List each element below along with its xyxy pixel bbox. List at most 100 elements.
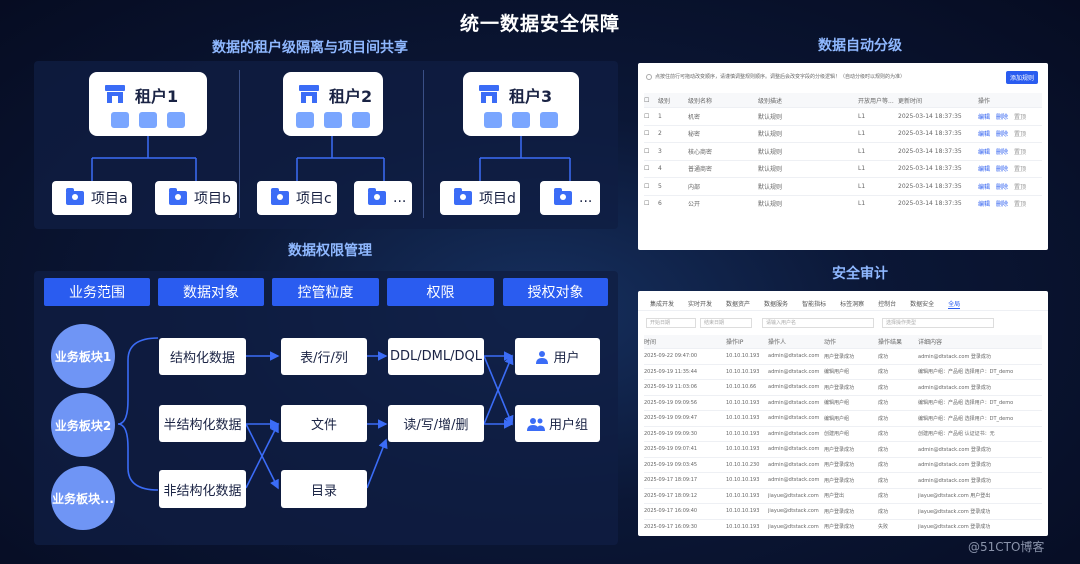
table-row[interactable]: 2025-09-17 16:09:40 10.10.10.193 jiayue@dt…: [644, 503, 1042, 519]
cell-action: 用户登出: [824, 493, 845, 500]
audit-tab[interactable]: 控制台: [878, 299, 896, 309]
action-link[interactable]: 置顶: [1014, 147, 1026, 156]
cell-name: 内部: [688, 183, 701, 191]
user-search-input[interactable]: 请输入用户名: [762, 318, 874, 328]
audit-section-title: 安全审计: [832, 266, 888, 282]
table-row[interactable]: 2025-09-17 16:09:30 10.10.10.193 jiayue@dt…: [644, 518, 1042, 535]
checkbox[interactable]: ☐: [644, 200, 658, 207]
audit-screenshot: 集成开发 实时开发 数据资产 数据服务 智能指标 标签洞察 控制台 数据安全 全局 开始日期 结…: [638, 291, 1048, 536]
action-link[interactable]: 删除: [996, 129, 1008, 138]
table-row[interactable]: 2025-09-19 09:09:47 10.10.10.193 admin@dts…: [644, 410, 1042, 426]
granularity-file: 文件: [281, 405, 367, 442]
cell-result: 成功: [878, 477, 889, 484]
cell-open: L1: [858, 200, 866, 208]
audit-tab[interactable]: 数据资产: [726, 299, 750, 309]
table-row[interactable]: ☐ 1 机密 默认规则 L1 2025-03-14 18:37:35 编辑 删除 置顶: [644, 107, 1042, 125]
cell-time: 2025-09-17 18:09:17: [644, 477, 698, 484]
table-row[interactable]: 2025-09-19 09:07:41 10.10.10.193 admin@dts…: [644, 441, 1042, 457]
granularity-directory: 目录: [281, 470, 367, 508]
cell-desc: 默认规则: [758, 201, 783, 209]
action-link[interactable]: 删除: [996, 199, 1008, 208]
audit-tab[interactable]: 标签洞察: [840, 299, 864, 309]
action-link[interactable]: 编辑: [978, 164, 990, 173]
action-link[interactable]: 置顶: [1014, 182, 1026, 191]
row-actions: 编辑 删除 置顶: [978, 129, 1042, 138]
table-row[interactable]: 2025-09-17 18:09:17 10.10.10.193 admin@dts…: [644, 472, 1042, 488]
cell-ip: 10.10.10.193: [726, 492, 760, 499]
scope-circle-1: 业务板块1: [51, 324, 115, 388]
action-link[interactable]: 删除: [996, 164, 1008, 173]
cell-detail: admin@dtstack.com 登录成功: [918, 353, 991, 360]
action-type-select[interactable]: 选择操作类型: [882, 318, 994, 328]
table-row[interactable]: 2025-09-19 11:03:06 10.10.10.66 admin@dtst…: [644, 379, 1042, 395]
action-link[interactable]: 编辑: [978, 147, 990, 156]
action-link[interactable]: 编辑: [978, 199, 990, 208]
row-actions: 编辑 删除 置顶: [978, 112, 1042, 121]
action-link[interactable]: 置顶: [1014, 112, 1026, 121]
cell-result: 成功: [878, 353, 889, 360]
table-row[interactable]: ☐ 6 公开 默认规则 L1 2025-03-14 18:37:35 编辑 删除 置顶: [644, 194, 1042, 213]
cell-detail: admin@dtstack.com 登录成功: [918, 384, 991, 391]
audit-tab[interactable]: 智能指标: [802, 299, 826, 309]
column-header: 更新时间: [898, 97, 923, 105]
cell-time: 2025-03-14 18:37:35: [898, 165, 962, 173]
audit-tab[interactable]: 实时开发: [688, 299, 712, 309]
cell-user: admin@dtstack.com: [768, 461, 820, 468]
action-link[interactable]: 编辑: [978, 182, 990, 191]
start-date-input[interactable]: 开始日期: [646, 318, 696, 328]
cell-user: admin@dtstack.com: [768, 415, 820, 422]
cell-ip: 10.10.10.193: [726, 523, 760, 530]
table-row[interactable]: ☐ 2 秘密 默认规则 L1 2025-03-14 18:37:35 编辑 删除 置顶: [644, 124, 1042, 143]
action-link[interactable]: 置顶: [1014, 129, 1026, 138]
table-row[interactable]: 2025-09-17 18:09:12 10.10.10.193 jiayue@dt…: [644, 487, 1042, 504]
table-row[interactable]: 2025-09-19 09:03:45 10.10.10.230 admin@dts…: [644, 456, 1042, 473]
cell-level: 1: [658, 112, 662, 120]
grantee-group: 用户组: [515, 405, 600, 442]
cell-result: 成功: [878, 508, 889, 515]
checkbox[interactable]: ☐: [644, 97, 658, 104]
cell-action: 用户登录成功: [824, 508, 855, 515]
action-link[interactable]: 编辑: [978, 129, 990, 138]
table-row[interactable]: ☐ 3 核心商密 默认规则 L1 2025-03-14 18:37:35 编辑 删除 置顶: [644, 142, 1042, 160]
table-row[interactable]: ☐ 5 内部 默认规则 L1 2025-03-14 18:37:35 编辑 删除 置顶: [644, 177, 1042, 195]
checkbox[interactable]: ☐: [644, 183, 658, 190]
cell-time: 2025-09-22 09:47:00: [644, 353, 698, 360]
action-link[interactable]: 置顶: [1014, 199, 1026, 208]
column-header: 操作IP: [726, 339, 744, 346]
table-header: ☐ 级别 级别名称 级别描述 开放用户等... 更新时间 操作: [644, 93, 1042, 107]
cell-name: 公开: [688, 201, 701, 209]
checkbox[interactable]: ☐: [644, 148, 658, 155]
end-date-input[interactable]: 结束日期: [700, 318, 752, 328]
checkbox[interactable]: ☐: [644, 165, 658, 172]
table-row[interactable]: 2025-09-19 09:09:30 10.10.10.193 admin@dts…: [644, 425, 1042, 442]
cell-action: 用户登录成功: [824, 462, 855, 469]
cell-result: 成功: [878, 384, 889, 391]
table-row[interactable]: ☐ 4 普通商密 默认规则 L1 2025-03-14 18:37:35 编辑 删除 置顶: [644, 159, 1042, 178]
add-rule-button[interactable]: 添加规则: [1006, 71, 1038, 84]
table-row[interactable]: 2025-09-19 11:35:44 10.10.10.193 admin@dts…: [644, 363, 1042, 380]
cell-desc: 默认规则: [758, 166, 783, 174]
cell-desc: 默认规则: [758, 183, 783, 191]
action-link[interactable]: 编辑: [978, 112, 990, 121]
checkbox[interactable]: ☐: [644, 130, 658, 137]
action-link[interactable]: 置顶: [1014, 164, 1026, 173]
table-row[interactable]: 2025-09-19 09:09:56 10.10.10.193 admin@dts…: [644, 394, 1042, 411]
audit-tab[interactable]: 集成开发: [650, 299, 674, 309]
cell-desc: 默认规则: [758, 148, 783, 156]
cell-detail: 创建用户组：产品组 认证证书：无: [918, 431, 995, 438]
row-actions: 编辑 删除 置顶: [978, 147, 1042, 156]
cell-time: 2025-03-14 18:37:35: [898, 200, 962, 208]
action-link[interactable]: 删除: [996, 112, 1008, 121]
cell-time: 2025-03-14 18:37:35: [898, 147, 962, 155]
audit-tab[interactable]: 数据服务: [764, 299, 788, 309]
cell-name: 机密: [688, 113, 701, 121]
audit-tab[interactable]: 数据安全: [910, 299, 934, 309]
action-link[interactable]: 删除: [996, 182, 1008, 191]
audit-tab[interactable]: 全局: [948, 299, 961, 309]
column-header: 详细内容: [918, 339, 943, 346]
action-link[interactable]: 删除: [996, 147, 1008, 156]
cell-detail: jiayue@dtstack.com 用户登出: [918, 493, 991, 500]
table-row[interactable]: 2025-09-22 09:47:00 10.10.10.193 admin@dts…: [644, 348, 1042, 364]
audit-table: 时间 操作IP 操作人 动作 操作结果 详细内容 2025-09-22 09:47:00 10…: [644, 335, 1042, 534]
checkbox[interactable]: ☐: [644, 113, 658, 120]
